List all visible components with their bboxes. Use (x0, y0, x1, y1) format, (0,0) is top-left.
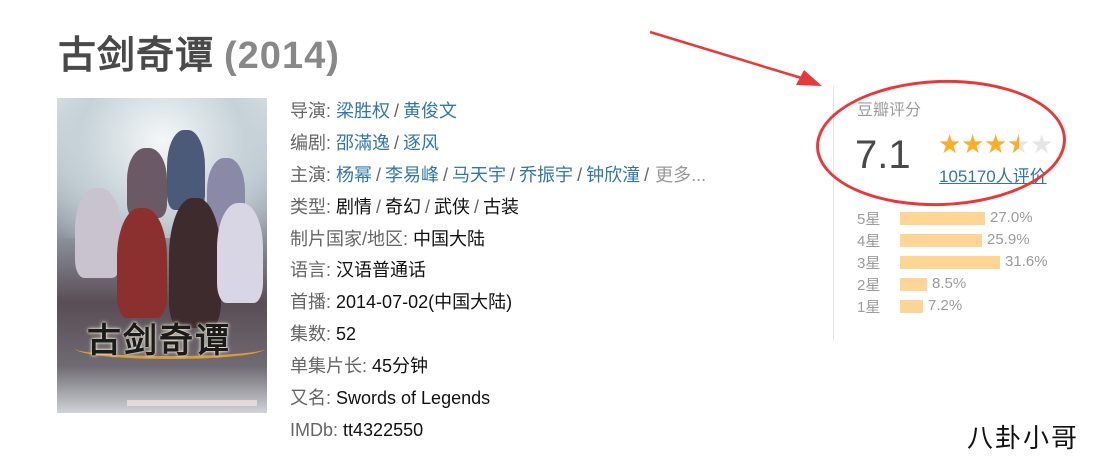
rating-dist-bar (900, 256, 1000, 269)
rating-dist-percent: 31.6% (1005, 253, 1048, 270)
rating-dist-star-label: 1星 (857, 299, 881, 316)
rating-dist-star-label: 3星 (857, 255, 881, 272)
rating-dist-percent: 27.0% (990, 209, 1033, 226)
rating-dist-bar (900, 278, 927, 291)
rating-dist-percent: 25.9% (987, 231, 1030, 248)
rating-dist-bar (900, 300, 923, 313)
rating-dist-star-label: 4星 (857, 233, 881, 250)
rating-dist-star-label: 5星 (857, 211, 881, 228)
rating-dist-bar (900, 234, 982, 247)
watermark: 八卦小哥 (967, 423, 1080, 453)
rating-dist-bar (900, 212, 985, 225)
annotation-arrow (649, 30, 822, 86)
rating-dist-star-label: 2星 (857, 277, 881, 294)
rating-dist-percent: 8.5% (932, 275, 967, 292)
rating-dist-percent: 7.2% (928, 297, 963, 314)
